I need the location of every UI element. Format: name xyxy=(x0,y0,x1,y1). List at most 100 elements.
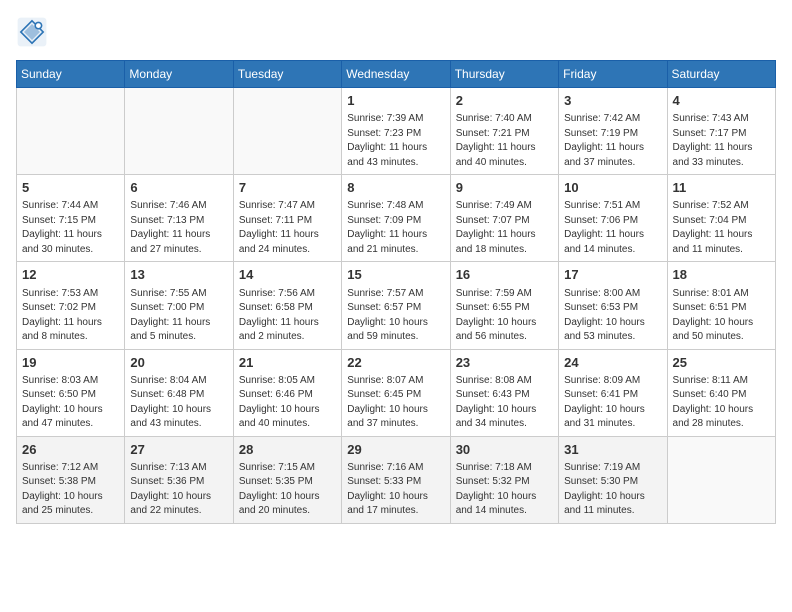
day-info: Sunrise: 7:39 AMSunset: 7:23 PMDaylight:… xyxy=(347,112,444,170)
calendar-day-cell: 4 Sunrise: 7:43 AMSunset: 7:17 PMDaylight… xyxy=(667,88,775,175)
calendar-day-cell: 13 Sunrise: 7:55 AMSunset: 7:00 PMDayligh… xyxy=(125,262,233,349)
day-info: Sunrise: 7:40 AMSunset: 7:21 PMDaylight:… xyxy=(456,112,553,170)
day-number: 31 xyxy=(564,441,661,459)
day-info: Sunrise: 8:07 AMSunset: 6:45 PMDaylight:… xyxy=(347,374,444,432)
day-number: 8 xyxy=(347,179,444,197)
day-info: Sunrise: 8:00 AMSunset: 6:53 PMDaylight:… xyxy=(564,287,661,345)
calendar-day-cell: 6Sunrise: 7:46 AMSunset: 7:13 PMDaylight… xyxy=(125,175,233,262)
calendar-day-cell: 25 Sunrise: 8:11 AMSunset: 6:40 PMDayligh… xyxy=(667,349,775,436)
calendar-day-cell: 14 Sunrise: 7:56 AMSunset: 6:58 PMDayligh… xyxy=(233,262,341,349)
calendar-day-cell: 24 Sunrise: 8:09 AMSunset: 6:41 PMDayligh… xyxy=(559,349,667,436)
day-of-week-header: Sunday xyxy=(17,61,125,88)
day-info: Sunrise: 7:51 AMSunset: 7:06 PMDaylight:… xyxy=(564,199,661,257)
calendar-day-cell xyxy=(17,88,125,175)
day-info: Sunrise: 7:59 AMSunset: 6:55 PMDaylight:… xyxy=(456,287,553,345)
calendar-table: SundayMondayTuesdayWednesdayThursdayFrid… xyxy=(16,60,776,524)
day-number: 23 xyxy=(456,354,553,372)
day-info: Sunrise: 7:44 AMSunset: 7:15 PMDaylight:… xyxy=(22,199,119,257)
calendar-day-cell: 22 Sunrise: 8:07 AMSunset: 6:45 PMDayligh… xyxy=(342,349,450,436)
day-number: 1 xyxy=(347,92,444,110)
calendar-day-cell: 29Sunrise: 7:16 AMSunset: 5:33 PMDayligh… xyxy=(342,436,450,523)
day-info: Sunrise: 7:53 AMSunset: 7:02 PMDaylight:… xyxy=(22,287,119,345)
calendar-day-cell: 30 Sunrise: 7:18 AMSunset: 5:32 PMDayligh… xyxy=(450,436,558,523)
day-info: Sunrise: 7:18 AMSunset: 5:32 PMDaylight:… xyxy=(456,461,553,519)
calendar-day-cell: 10 Sunrise: 7:51 AMSunset: 7:06 PMDayligh… xyxy=(559,175,667,262)
day-number: 12 xyxy=(22,266,119,284)
calendar-day-cell: 23 Sunrise: 8:08 AMSunset: 6:43 PMDayligh… xyxy=(450,349,558,436)
day-number: 28 xyxy=(239,441,336,459)
calendar-week-row: 26Sunrise: 7:12 AMSunset: 5:38 PMDayligh… xyxy=(17,436,776,523)
day-number: 24 xyxy=(564,354,661,372)
day-of-week-header: Thursday xyxy=(450,61,558,88)
day-number: 11 xyxy=(673,179,770,197)
calendar-day-cell: 16 Sunrise: 7:59 AMSunset: 6:55 PMDayligh… xyxy=(450,262,558,349)
day-number: 5 xyxy=(22,179,119,197)
day-number: 3 xyxy=(564,92,661,110)
calendar-day-cell: 7 Sunrise: 7:47 AMSunset: 7:11 PMDaylight… xyxy=(233,175,341,262)
calendar-day-cell: 12 Sunrise: 7:53 AMSunset: 7:02 PMDayligh… xyxy=(17,262,125,349)
calendar-day-cell: 26Sunrise: 7:12 AMSunset: 5:38 PMDayligh… xyxy=(17,436,125,523)
calendar-day-cell: 19 Sunrise: 8:03 AMSunset: 6:50 PMDayligh… xyxy=(17,349,125,436)
day-number: 4 xyxy=(673,92,770,110)
day-info: Sunrise: 7:19 AMSunset: 5:30 PMDaylight:… xyxy=(564,461,661,519)
day-number: 15 xyxy=(347,266,444,284)
calendar-day-cell: 27 Sunrise: 7:13 AMSunset: 5:36 PMDayligh… xyxy=(125,436,233,523)
day-info: Sunrise: 7:46 AMSunset: 7:13 PMDaylight:… xyxy=(130,199,227,257)
logo-icon xyxy=(16,16,48,48)
day-info: Sunrise: 8:09 AMSunset: 6:41 PMDaylight:… xyxy=(564,374,661,432)
day-info: Sunrise: 7:49 AMSunset: 7:07 PMDaylight:… xyxy=(456,199,553,257)
calendar-week-row: 1 Sunrise: 7:39 AMSunset: 7:23 PMDaylight… xyxy=(17,88,776,175)
calendar-day-cell: 17 Sunrise: 8:00 AMSunset: 6:53 PMDayligh… xyxy=(559,262,667,349)
calendar-day-cell: 8Sunrise: 7:48 AMSunset: 7:09 PMDaylight… xyxy=(342,175,450,262)
day-number: 29 xyxy=(347,441,444,459)
day-info: Sunrise: 8:03 AMSunset: 6:50 PMDaylight:… xyxy=(22,374,119,432)
day-number: 19 xyxy=(22,354,119,372)
day-info: Sunrise: 7:43 AMSunset: 7:17 PMDaylight:… xyxy=(673,112,770,170)
day-number: 16 xyxy=(456,266,553,284)
calendar-day-cell: 3Sunrise: 7:42 AMSunset: 7:19 PMDaylight… xyxy=(559,88,667,175)
day-info: Sunrise: 8:04 AMSunset: 6:48 PMDaylight:… xyxy=(130,374,227,432)
day-number: 30 xyxy=(456,441,553,459)
calendar-week-row: 5 Sunrise: 7:44 AMSunset: 7:15 PMDaylight… xyxy=(17,175,776,262)
day-of-week-header: Wednesday xyxy=(342,61,450,88)
calendar-day-cell: 9 Sunrise: 7:49 AMSunset: 7:07 PMDaylight… xyxy=(450,175,558,262)
day-number: 13 xyxy=(130,266,227,284)
day-of-week-header: Tuesday xyxy=(233,61,341,88)
day-of-week-header: Monday xyxy=(125,61,233,88)
day-info: Sunrise: 8:11 AMSunset: 6:40 PMDaylight:… xyxy=(673,374,770,432)
day-number: 27 xyxy=(130,441,227,459)
calendar-day-cell xyxy=(233,88,341,175)
day-number: 18 xyxy=(673,266,770,284)
day-info: Sunrise: 8:05 AMSunset: 6:46 PMDaylight:… xyxy=(239,374,336,432)
day-number: 25 xyxy=(673,354,770,372)
day-info: Sunrise: 8:08 AMSunset: 6:43 PMDaylight:… xyxy=(456,374,553,432)
logo xyxy=(16,16,52,48)
day-number: 14 xyxy=(239,266,336,284)
calendar-day-cell xyxy=(125,88,233,175)
day-number: 9 xyxy=(456,179,553,197)
day-info: Sunrise: 7:47 AMSunset: 7:11 PMDaylight:… xyxy=(239,199,336,257)
calendar-day-cell: 31 Sunrise: 7:19 AMSunset: 5:30 PMDayligh… xyxy=(559,436,667,523)
day-info: Sunrise: 7:56 AMSunset: 6:58 PMDaylight:… xyxy=(239,287,336,345)
day-number: 7 xyxy=(239,179,336,197)
day-number: 10 xyxy=(564,179,661,197)
page-header xyxy=(16,16,776,48)
calendar-day-cell: 2 Sunrise: 7:40 AMSunset: 7:21 PMDaylight… xyxy=(450,88,558,175)
day-info: Sunrise: 7:55 AMSunset: 7:00 PMDaylight:… xyxy=(130,287,227,345)
day-number: 20 xyxy=(130,354,227,372)
calendar-day-cell: 15Sunrise: 7:57 AMSunset: 6:57 PMDayligh… xyxy=(342,262,450,349)
calendar-day-cell: 21 Sunrise: 8:05 AMSunset: 6:46 PMDayligh… xyxy=(233,349,341,436)
day-number: 21 xyxy=(239,354,336,372)
day-info: Sunrise: 7:15 AMSunset: 5:35 PMDaylight:… xyxy=(239,461,336,519)
calendar-day-cell: 1 Sunrise: 7:39 AMSunset: 7:23 PMDaylight… xyxy=(342,88,450,175)
calendar-header-row: SundayMondayTuesdayWednesdayThursdayFrid… xyxy=(17,61,776,88)
day-info: Sunrise: 7:13 AMSunset: 5:36 PMDaylight:… xyxy=(130,461,227,519)
day-number: 17 xyxy=(564,266,661,284)
day-number: 2 xyxy=(456,92,553,110)
calendar-day-cell: 5 Sunrise: 7:44 AMSunset: 7:15 PMDaylight… xyxy=(17,175,125,262)
day-info: Sunrise: 8:01 AMSunset: 6:51 PMDaylight:… xyxy=(673,287,770,345)
calendar-day-cell: 11Sunrise: 7:52 AMSunset: 7:04 PMDayligh… xyxy=(667,175,775,262)
day-number: 22 xyxy=(347,354,444,372)
calendar-day-cell: 18 Sunrise: 8:01 AMSunset: 6:51 PMDayligh… xyxy=(667,262,775,349)
day-of-week-header: Friday xyxy=(559,61,667,88)
